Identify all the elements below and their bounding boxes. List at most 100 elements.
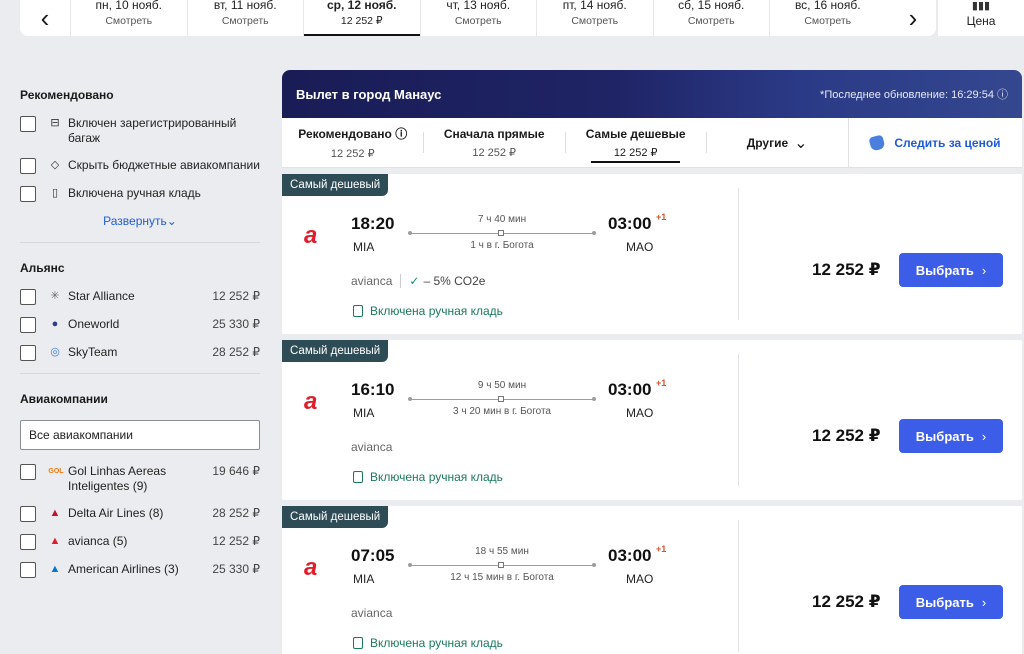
filter-label: Star Alliance xyxy=(68,289,135,303)
airline-search-input[interactable]: Все авиакомпании xyxy=(20,420,260,450)
departure-code: MIA xyxy=(353,240,375,254)
date-day: сб, 15 нояб. xyxy=(678,0,745,12)
flight-duration: 18 ч 55 мин xyxy=(475,546,529,557)
results-panel: Вылет в город Манаус *Последнее обновлен… xyxy=(282,70,1022,654)
select-flight-button[interactable]: Выбрать › xyxy=(899,419,1003,453)
route-track xyxy=(408,396,596,402)
filter-checked-baggage[interactable]: ⊟ Включен зарегистрированный багаж xyxy=(20,116,260,146)
next-day-marker: +1 xyxy=(656,212,667,222)
filter-alliance-oneworld[interactable]: ● Oneworld 25 330 ₽ xyxy=(20,317,260,333)
route-line: 18 ч 55 мин 12 ч 15 мин в г. Богота xyxy=(408,546,596,583)
bag-icon: ▯ xyxy=(51,187,59,199)
tab-cheapest[interactable]: Самые дешевые 12 252 ₽ xyxy=(564,118,706,167)
filter-price: 28 252 ₽ xyxy=(212,345,260,359)
flight-card[interactable]: Самый дешевый a 16:10 MIA 9 ч 50 мин 3 ч… xyxy=(282,340,1022,500)
filter-price: 25 330 ₽ xyxy=(212,562,260,576)
filter-alliance-skyteam[interactable]: ◎ SkyTeam 28 252 ₽ xyxy=(20,345,260,361)
next-day-marker: +1 xyxy=(656,544,667,554)
checkbox[interactable] xyxy=(20,464,36,480)
filter-airline-delta[interactable]: ▲ Delta Air Lines (8) 28 252 ₽ xyxy=(20,506,260,522)
chevron-right-icon[interactable]: › xyxy=(890,0,936,36)
date-strip: ‹ пн, 10 нояб. Смотреть вт, 11 нояб. Смотр… xyxy=(20,0,936,36)
select-flight-button[interactable]: Выбрать › xyxy=(899,585,1003,619)
date-cell[interactable]: вт, 11 нояб. Смотреть xyxy=(186,0,304,36)
checkbox[interactable] xyxy=(20,562,36,578)
filter-label: Delta Air Lines (8) xyxy=(68,506,164,520)
filters-sidebar: Рекомендовано ⊟ Включен зарегистрированн… xyxy=(20,70,260,590)
filter-label: American Airlines (3) xyxy=(68,562,179,576)
layover-info: 12 ч 15 мин в г. Богота xyxy=(450,572,554,583)
checkbox[interactable] xyxy=(20,534,36,550)
info-icon[interactable]: ⓘ xyxy=(997,89,1008,101)
destination-banner: Вылет в город Манаус *Последнее обновлен… xyxy=(282,70,1022,118)
date-cell[interactable]: сб, 15 нояб. Смотреть xyxy=(652,0,770,36)
date-day: пн, 10 нояб. xyxy=(95,0,162,12)
checkbox[interactable] xyxy=(20,317,36,333)
date-cell[interactable]: пн, 10 нояб. Смотреть xyxy=(70,0,187,36)
chevron-left-icon[interactable]: ‹ xyxy=(20,0,70,36)
oneworld-icon: ● xyxy=(51,318,59,330)
skyteam-icon: ◎ xyxy=(50,346,60,358)
airline-name: avianca xyxy=(351,440,393,454)
chevron-right-icon: › xyxy=(981,428,987,444)
info-icon: ⓘ xyxy=(395,127,408,141)
checkbox[interactable] xyxy=(20,506,36,522)
airline-info: avianca ✓ – 5% CO2e xyxy=(351,274,485,288)
filter-airline-avianca[interactable]: ▲ avianca (5) 12 252 ₽ xyxy=(20,534,260,550)
checkbox[interactable] xyxy=(20,116,36,132)
filter-alliance-star[interactable]: ✳ Star Alliance 12 252 ₽ xyxy=(20,289,260,305)
checkbox[interactable] xyxy=(20,345,36,361)
co2-text: – 5% CO2e xyxy=(423,274,486,288)
baggage-info: Включена ручная кладь xyxy=(353,470,503,484)
divider xyxy=(20,242,260,243)
gol-logo-icon: GOL xyxy=(48,468,64,475)
filter-label: Включена ручная кладь xyxy=(68,186,201,200)
route-line: 9 ч 50 мин 3 ч 20 мин в г. Богота xyxy=(408,380,596,417)
tab-other-dropdown[interactable]: Другие ⌄ xyxy=(706,118,847,167)
tab-label: Сначала прямые xyxy=(443,126,545,141)
filter-label: Oneworld xyxy=(68,317,120,331)
flight-price: 12 252 ₽ xyxy=(812,426,881,445)
select-flight-button[interactable]: Выбрать › xyxy=(899,253,1003,287)
filter-airline-american[interactable]: ▲ American Airlines (3) 25 330 ₽ xyxy=(20,562,260,578)
checkbox[interactable] xyxy=(20,186,36,202)
tab-recommended[interactable]: Рекомендовано ⓘ 12 252 ₽ xyxy=(282,118,423,167)
luggage-icon: ⊟ xyxy=(50,117,60,129)
section-title-airlines: Авиакомпании xyxy=(20,392,108,406)
date-cell[interactable]: вс, 16 нояб. Смотреть xyxy=(769,0,886,36)
bag-icon xyxy=(353,637,363,649)
date-cell[interactable]: чт, 13 нояб. Смотреть xyxy=(419,0,537,36)
departure-time: 07:05 xyxy=(351,546,395,565)
select-label: Выбрать xyxy=(915,428,974,444)
flight-price: 12 252 ₽ xyxy=(812,592,881,611)
stop-marker xyxy=(498,562,504,568)
date-price: Смотреть xyxy=(571,15,619,27)
date-cell[interactable]: пт, 14 нояб. Смотреть xyxy=(536,0,653,36)
date-day: пт, 14 нояб. xyxy=(562,0,627,12)
tab-direct-first[interactable]: Сначала прямые 12 252 ₽ xyxy=(423,118,564,167)
banner-title: Вылет в город Манаус xyxy=(296,86,442,102)
filter-hide-budget[interactable]: ◇ Скрыть бюджетные авиакомпании xyxy=(20,158,260,174)
tab-label: Другие xyxy=(746,135,789,150)
filter-airline-gol[interactable]: GOL Gol Linhas Aereas Inteligentes (9) 1… xyxy=(20,464,260,494)
airline-info: avianca xyxy=(351,440,392,454)
sort-tabs: Рекомендовано ⓘ 12 252 ₽ Сначала прямые … xyxy=(282,118,1022,168)
price-chart-button[interactable]: ▮▮▮ Цена xyxy=(938,0,1024,36)
arrival-time: 03:00 xyxy=(608,214,652,233)
filter-carry-on[interactable]: ▯ Включена ручная кладь xyxy=(20,186,260,202)
select-label: Выбрать xyxy=(915,594,974,610)
stop-marker xyxy=(498,396,504,402)
checkbox[interactable] xyxy=(20,289,36,305)
flight-card[interactable]: Самый дешевый a 18:20 MIA 7 ч 40 мин 1 ч… xyxy=(282,174,1022,334)
flight-card[interactable]: Самый дешевый a 07:05 MIA 18 ч 55 мин 12… xyxy=(282,506,1022,654)
airline-name: avianca xyxy=(351,606,393,620)
checkbox[interactable] xyxy=(20,158,36,174)
watch-price-button[interactable]: Следить за ценой xyxy=(847,118,1022,167)
american-logo-icon: ▲ xyxy=(49,563,61,575)
select-label: Выбрать xyxy=(915,262,974,278)
arrival-code: MAO xyxy=(626,406,654,420)
date-cell-active[interactable]: ср, 12 нояб. 12 252 ₽ xyxy=(303,0,420,36)
expand-link[interactable]: Развернуть⌄ xyxy=(20,214,260,228)
bell-icon xyxy=(868,133,886,152)
date-day: ср, 12 нояб. xyxy=(326,0,397,12)
